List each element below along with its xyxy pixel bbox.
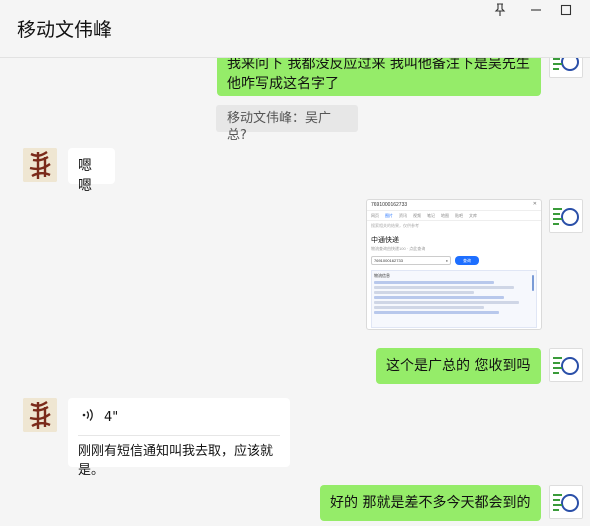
screenshot-query-button: 查询 (455, 256, 479, 265)
result-line (374, 281, 494, 284)
result-line (374, 286, 514, 289)
chat-header: 移动文伟峰 (0, 0, 590, 58)
result-line (374, 296, 504, 299)
screenshot-courier-title: 中通快递 (371, 237, 399, 244)
result-line (374, 311, 499, 314)
avatar-self[interactable] (549, 58, 583, 78)
screenshot-tab: 贴吧 (455, 213, 463, 218)
screenshot-search-value: 7691000162733 (374, 258, 403, 263)
pin-icon[interactable] (482, 0, 518, 20)
screenshot-tab: 视频 (413, 213, 421, 218)
voice-divider (78, 435, 280, 436)
screenshot-search-box: 7691000162733 ● (371, 256, 451, 265)
avatar-self[interactable] (549, 348, 583, 382)
message-text-line: 我来问下 我都没反应过来 我叫他备注下是吴先生 (227, 58, 530, 72)
avatar-other[interactable] (23, 398, 57, 432)
screenshot-tab: 资讯 (399, 213, 407, 218)
screenshot-tab: 网页 (371, 213, 379, 218)
image-message[interactable]: 7691000162733 ✕ 网页 图片 资讯 视频 笔记 地图 贴吧 文库 … (366, 199, 542, 330)
voice-play-row[interactable]: 4" (82, 406, 118, 428)
screenshot-tracking-number: 7691000162733 (371, 202, 408, 208)
close-icon: ✕ (532, 201, 537, 207)
message-bubble-other[interactable]: 嗯嗯 (68, 148, 115, 194)
voice-wave-icon (82, 408, 94, 426)
screenshot-courier-subtitle: 物流查询由快递100 · 点此查询 (371, 246, 426, 251)
chat-title: 移动文伟峰 (17, 19, 113, 41)
voice-duration: 4" (104, 409, 119, 425)
screenshot-result-heading: 物流信息 (374, 273, 390, 278)
screenshot-tab: 笔记 (427, 213, 435, 218)
avatar-other[interactable] (23, 148, 57, 182)
result-line (374, 301, 519, 304)
screenshot-search-row: 7691000162733 ● 查询 (367, 253, 541, 268)
avatar-self[interactable] (549, 485, 583, 519)
result-line (374, 306, 484, 309)
message-bubble-self[interactable]: 我来问下 我都没反应过来 我叫他备注下是吴先生 他咋写成这名字了 (217, 58, 541, 96)
quoted-message[interactable]: 移动文伟峰：吴广总? (216, 105, 358, 143)
screenshot-hint: 搜索相关的结果，仅供参考 (371, 223, 419, 228)
result-line (374, 291, 474, 294)
message-bubble-self[interactable]: 这个是广总的 您收到吗 (376, 348, 541, 384)
message-bubble-self[interactable]: 好的 那就是差不多今天都会到的 (320, 485, 541, 521)
screenshot-tab: 文库 (469, 213, 477, 218)
screenshot-tab: 图片 (385, 213, 393, 218)
message-text-line: 他咋写成这名字了 (227, 76, 339, 92)
message-list[interactable]: 我来问下 我都没反应过来 我叫他备注下是吴先生 他咋写成这名字了 移动文伟峰：吴… (0, 58, 590, 526)
screenshot-result-box: 物流信息 (371, 270, 537, 328)
voice-transcript: 刚刚有短信通知叫我去取，应该就是。 (78, 444, 274, 478)
screenshot-topbar: 7691000162733 ✕ (367, 200, 541, 211)
screenshot-tabs: 网页 图片 资讯 视频 笔记 地图 贴吧 文库 (367, 211, 541, 221)
avatar-self[interactable] (549, 199, 583, 233)
voice-message[interactable]: 4" 刚刚有短信通知叫我去取，应该就是。 (68, 398, 290, 478)
screenshot-scrollbar (532, 275, 534, 291)
screenshot-tab: 地图 (441, 213, 449, 218)
maximize-icon[interactable] (548, 0, 584, 20)
clear-icon: ● (445, 258, 448, 263)
